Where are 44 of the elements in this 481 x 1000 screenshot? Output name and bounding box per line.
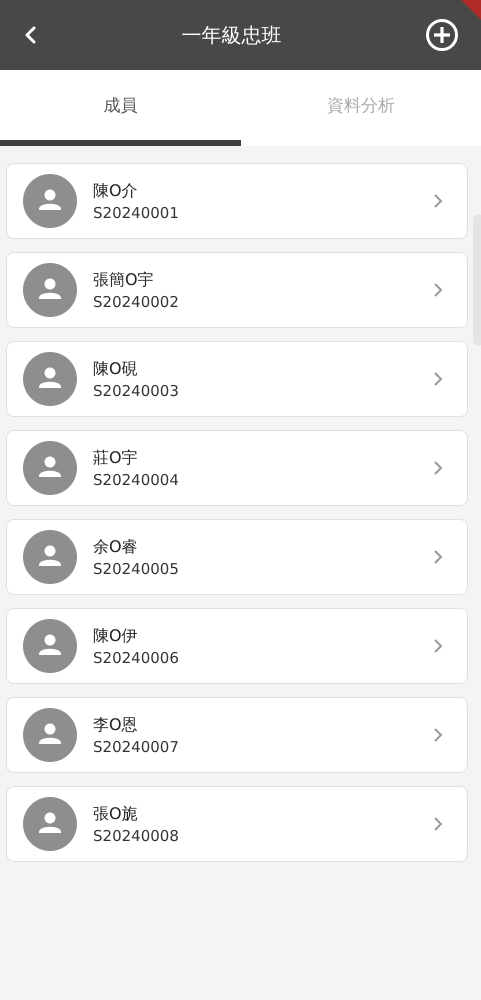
avatar-icon [23,263,77,317]
chevron-right-icon [433,460,443,476]
chevron-right-icon [433,727,443,743]
student-id: S20240003 [93,382,180,400]
chevron-right-icon [433,638,443,654]
student-id: S20240005 [93,560,180,578]
back-icon [24,26,38,44]
member-name: 陳O硯 [93,358,139,380]
member-name: 張簡O宇 [93,270,155,290]
member-name: 陳O伊 [93,626,139,646]
chevron-right-icon [433,282,443,298]
member-card[interactable]: 陳O伊 S20240006 [6,608,468,684]
avatar-icon [23,708,77,762]
student-id: S20240008 [93,826,180,844]
page-title: 一年級忠班 [182,22,282,48]
student-id: S20240004 [93,470,180,488]
avatar-icon [23,352,77,406]
avatar-icon [23,441,77,495]
student-id: S20240007 [93,738,180,756]
member-card[interactable]: 李O恩 S20240007 [6,697,468,773]
member-card[interactable]: 張O旎 S20240008 [6,786,468,862]
chevron-right-icon [433,549,443,565]
avatar-icon [23,174,77,228]
student-id: S20240001 [93,204,180,222]
member-card[interactable]: 莊O宇 S20240004 [6,430,468,506]
chevron-right-icon [433,371,443,387]
member-name: 余O睿 [93,536,139,558]
chevron-right-icon [433,193,443,209]
member-name: 莊O宇 [93,448,139,468]
add-icon [425,18,459,52]
student-id: S20240006 [93,648,180,666]
avatar-icon [23,530,77,584]
chevron-right-icon [433,816,443,832]
student-id: S20240002 [93,292,180,310]
avatar-icon [23,619,77,673]
member-card[interactable]: 張簡O宇 S20240002 [6,252,468,328]
tab[interactable]: 成員 [0,70,240,146]
member-name: 李O恩 [93,714,139,736]
member-name: 陳O介 [93,180,139,202]
member-card[interactable]: 余O睿 S20240005 [6,519,468,595]
avatar-icon [23,797,77,851]
member-card[interactable]: 陳O介 S20240001 [6,163,468,239]
member-card[interactable]: 陳O硯 S20240003 [6,341,468,417]
member-name: 張O旎 [93,804,139,824]
